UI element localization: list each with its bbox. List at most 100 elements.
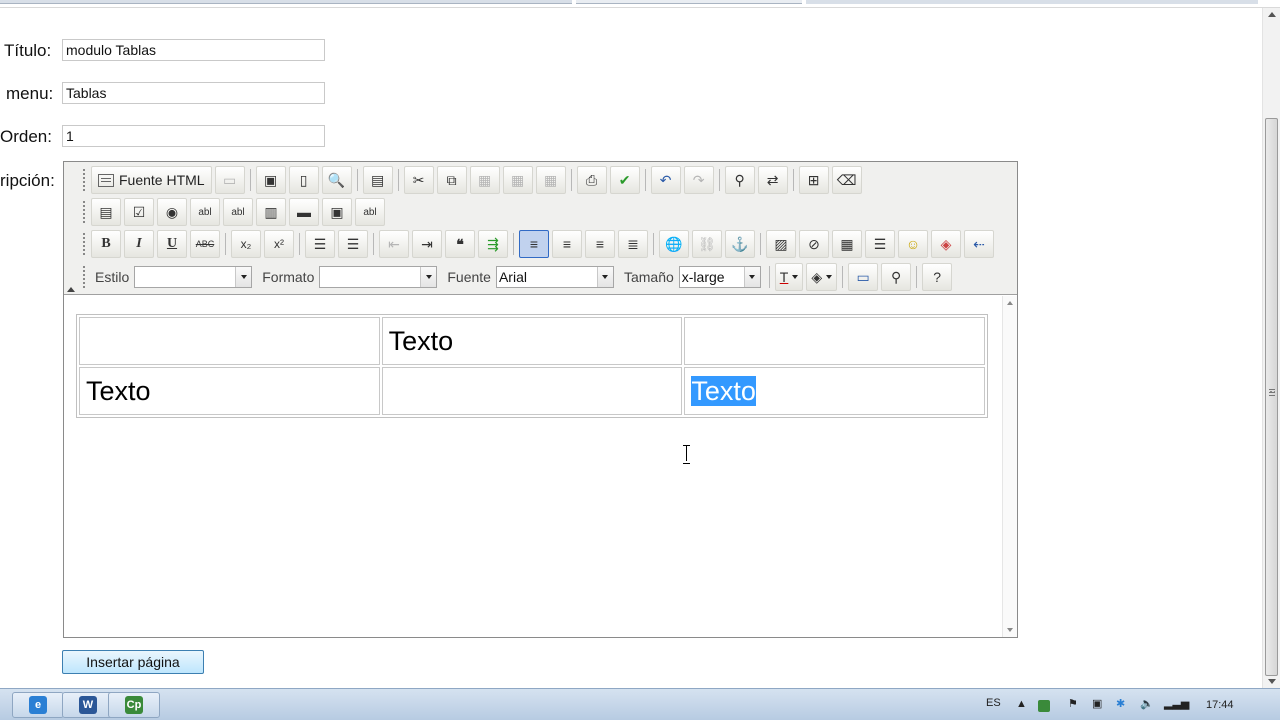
bulleted-list-icon[interactable]: ☰: [338, 230, 368, 258]
table-cell[interactable]: [684, 317, 985, 365]
maximize-icon[interactable]: ▭: [848, 263, 879, 291]
flash-icon[interactable]: ⊘: [799, 230, 829, 258]
indent-icon[interactable]: ⇥: [412, 230, 442, 258]
italic-button[interactable]: I: [124, 230, 154, 258]
div-container-icon[interactable]: ⇶: [478, 230, 508, 258]
link-icon[interactable]: 🌐: [659, 230, 689, 258]
show-blocks-icon[interactable]: ⚲: [881, 263, 912, 291]
chevron-down-icon[interactable]: [235, 267, 252, 287]
horizontal-rule-icon[interactable]: ☰: [865, 230, 895, 258]
estilo-select[interactable]: [134, 266, 253, 288]
taskbar-clock[interactable]: 17:44: [1206, 699, 1234, 711]
editor-content-area[interactable]: Texto Texto Texto: [64, 296, 1002, 637]
subscript-button[interactable]: x₂: [231, 230, 261, 258]
form-icon[interactable]: ▤: [91, 198, 121, 226]
table-cell[interactable]: Texto: [79, 367, 380, 415]
browser-tab[interactable]: [806, 0, 1258, 4]
scrollbar-thumb[interactable]: [1265, 118, 1278, 676]
menu-field[interactable]: [62, 82, 325, 104]
align-left-icon[interactable]: ≡: [519, 230, 549, 258]
toolbar-grip[interactable]: [82, 200, 86, 224]
page-scrollbar[interactable]: [1262, 8, 1280, 688]
select-field-icon[interactable]: ▥: [256, 198, 286, 226]
image-icon[interactable]: ▨: [766, 230, 796, 258]
table-icon[interactable]: ▦: [832, 230, 862, 258]
taskbar-ie-button[interactable]: e: [12, 692, 64, 718]
blockquote-icon[interactable]: ❝: [445, 230, 475, 258]
button-field-icon[interactable]: ▬: [289, 198, 319, 226]
tamano-select[interactable]: x-large: [678, 266, 761, 288]
scroll-down-icon[interactable]: [1268, 679, 1276, 684]
select-all-icon[interactable]: ⊞: [798, 166, 829, 194]
paste-icon[interactable]: ▦: [469, 166, 500, 194]
undo-icon[interactable]: ↶: [650, 166, 681, 194]
action-center-icon[interactable]: ⚑: [1068, 697, 1078, 710]
textarea-icon[interactable]: abl: [223, 198, 253, 226]
formato-select[interactable]: [319, 266, 438, 288]
superscript-button[interactable]: x²: [264, 230, 294, 258]
signal-icon[interactable]: ▂▃▅: [1164, 697, 1189, 710]
anchor-icon[interactable]: ⚓: [725, 230, 755, 258]
fuente-select[interactable]: Arial: [495, 266, 614, 288]
find-icon[interactable]: ⚲: [724, 166, 755, 194]
show-hidden-icons-icon[interactable]: ▲: [1016, 698, 1027, 710]
remove-format-icon[interactable]: ⌫: [831, 166, 862, 194]
background-color-button[interactable]: ◈: [806, 263, 838, 291]
toolbar-grip[interactable]: [82, 168, 86, 192]
table-cell[interactable]: [381, 367, 683, 415]
templates-icon[interactable]: ▭: [214, 166, 245, 194]
underline-button[interactable]: U: [157, 230, 187, 258]
numbered-list-icon[interactable]: ☰: [305, 230, 335, 258]
textfield-icon[interactable]: abl: [190, 198, 220, 226]
print-icon[interactable]: ⎙: [576, 166, 607, 194]
align-right-icon[interactable]: ≡: [585, 230, 615, 258]
scroll-up-icon[interactable]: [1007, 301, 1013, 305]
unlink-icon[interactable]: ⛓: [692, 230, 722, 258]
outdent-icon[interactable]: ⇤: [379, 230, 409, 258]
orden-field[interactable]: [62, 125, 325, 147]
smiley-icon[interactable]: ☺: [898, 230, 928, 258]
image-button-icon[interactable]: ▣: [322, 198, 352, 226]
checkbox-icon[interactable]: ☑: [124, 198, 154, 226]
taskbar-word-button[interactable]: W: [62, 692, 114, 718]
new-page-icon[interactable]: ▯: [288, 166, 319, 194]
chevron-down-icon[interactable]: [743, 267, 760, 287]
table-cell[interactable]: Texto: [381, 317, 683, 365]
toolbar-grip[interactable]: [82, 265, 86, 289]
toolbar-grip[interactable]: [82, 232, 86, 256]
paste-text-icon[interactable]: ▦: [502, 166, 533, 194]
chevron-down-icon[interactable]: [420, 267, 437, 287]
captivate-tray-icon[interactable]: [1038, 700, 1050, 712]
collapse-toolbar-icon[interactable]: [67, 287, 75, 292]
language-indicator[interactable]: ES: [986, 697, 1001, 709]
table-cell-selected[interactable]: Texto: [684, 367, 985, 415]
volume-icon[interactable]: 🔈: [1140, 697, 1154, 710]
scroll-down-icon[interactable]: [1007, 628, 1013, 632]
save-icon[interactable]: ▣: [255, 166, 286, 194]
redo-icon[interactable]: ↷: [683, 166, 714, 194]
help-icon[interactable]: ?: [922, 263, 953, 291]
cut-icon[interactable]: ✂: [403, 166, 434, 194]
text-color-button[interactable]: T: [774, 263, 804, 291]
paste-word-icon[interactable]: ▦: [535, 166, 566, 194]
scroll-up-icon[interactable]: [1268, 12, 1276, 17]
bold-button[interactable]: B: [91, 230, 121, 258]
replace-icon[interactable]: ⇄: [757, 166, 788, 194]
page-break-icon[interactable]: ⇠: [964, 230, 994, 258]
hidden-field-icon[interactable]: abl: [355, 198, 385, 226]
radio-icon[interactable]: ◉: [157, 198, 187, 226]
chevron-down-icon[interactable]: [596, 267, 613, 287]
table-cell[interactable]: [79, 317, 380, 365]
align-center-icon[interactable]: ≡: [552, 230, 582, 258]
strike-button[interactable]: ABC: [190, 230, 220, 258]
spellcheck-icon[interactable]: ✔: [609, 166, 640, 194]
source-html-button[interactable]: Fuente HTML: [91, 166, 212, 194]
align-justify-icon[interactable]: ≣: [618, 230, 648, 258]
network-status-icon[interactable]: ✱: [1116, 697, 1125, 710]
titulo-field[interactable]: [62, 39, 325, 61]
browser-tab-active[interactable]: [576, 0, 802, 4]
editor-scrollbar[interactable]: [1002, 296, 1017, 637]
insert-page-button[interactable]: Insertar página: [62, 650, 204, 674]
copy-icon[interactable]: ⧉: [436, 166, 467, 194]
preview-icon[interactable]: 🔍: [321, 166, 352, 194]
